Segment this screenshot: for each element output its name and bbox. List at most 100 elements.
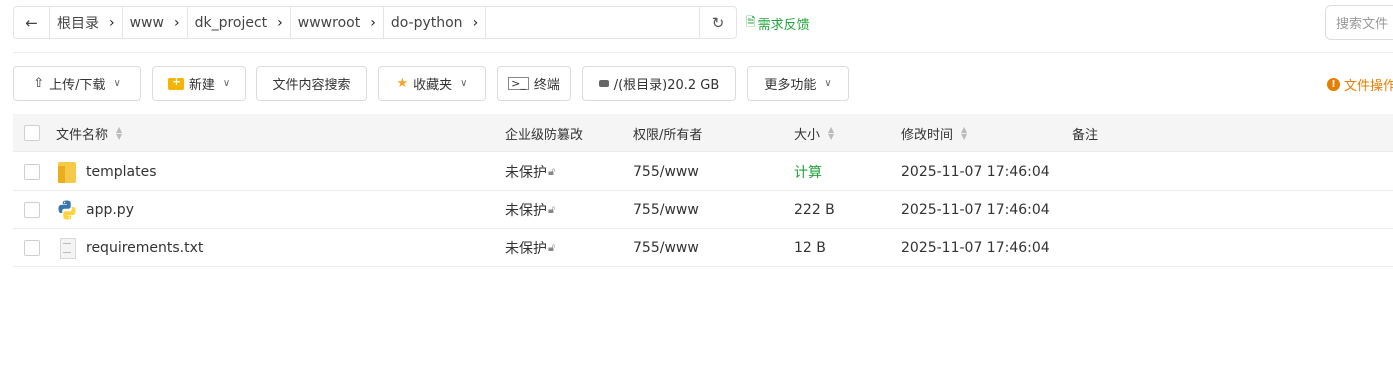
breadcrumb-label: wwwroot (297, 14, 361, 31)
refresh-icon: ↻ (711, 13, 725, 32)
sort-icon: ▲ ▼ (116, 125, 123, 141)
breadcrumb-label: 根目录 (57, 15, 99, 32)
unlock-icon: 🔓︎ (548, 203, 556, 216)
tamper-cell[interactable]: 未保护 🔓︎ (505, 153, 555, 191)
select-all-checkbox[interactable] (24, 125, 40, 141)
file-operations-link[interactable]: ! 文件操作 (1327, 75, 1393, 94)
mtime-value: 2025-11-07 17:46:04 (901, 164, 1050, 180)
breadcrumb: ← 根目录 › www › dk_project › wwwroot › do-pyth… (13, 6, 737, 39)
sort-icon: ▲ ▼ (828, 125, 835, 141)
breadcrumb-label: www (129, 14, 164, 31)
permission-value: 755/www (633, 240, 699, 256)
tamper-cell[interactable]: 未保护 🔓︎ (505, 229, 555, 267)
sort-icon: ▲ ▼ (961, 125, 968, 141)
permission-value: 755/www (633, 164, 699, 180)
search-input[interactable]: 搜索文件 (1325, 5, 1393, 40)
file-name-cell[interactable]: app.py (56, 191, 134, 229)
chevron-right-icon: › (173, 14, 180, 31)
tamper-cell[interactable]: 未保护 🔓︎ (505, 191, 555, 229)
size-value: 12 B (794, 240, 826, 256)
chevron-down-icon: ∨ (113, 78, 121, 89)
upload-icon: ⇧ (33, 76, 45, 91)
breadcrumb-item-www[interactable]: www › (123, 7, 188, 38)
row-checkbox[interactable] (24, 164, 40, 180)
star-icon: ★ (396, 76, 409, 91)
more-label: 更多功能 (764, 78, 817, 93)
python-file-icon (56, 199, 78, 221)
header-size[interactable]: 大小 ▲ ▼ (794, 114, 834, 152)
breadcrumb-item-do-python[interactable]: do-python › (384, 7, 487, 38)
disk-icon (598, 80, 609, 87)
chevron-right-icon: › (277, 14, 283, 31)
path-input-area[interactable] (486, 7, 700, 38)
feedback-label: 需求反馈 (757, 18, 810, 33)
permission-cell[interactable]: 755/www (633, 153, 699, 191)
table-row[interactable]: app.py 未保护 🔓︎ 755/www 222 B 2025-11-07 17… (13, 191, 1393, 229)
breadcrumb-item-wwwroot[interactable]: wwwroot › (291, 7, 384, 38)
chevron-down-icon: ∨ (460, 78, 468, 89)
folder-icon (56, 161, 78, 183)
content-search-button[interactable]: 文件内容搜索 (256, 66, 367, 101)
header-mtime[interactable]: 修改时间 ▲ ▼ (901, 114, 967, 152)
more-functions-button[interactable]: 更多功能 ∨ (747, 66, 849, 101)
row-checkbox[interactable] (24, 240, 40, 256)
unlock-icon: 🔓︎ (548, 241, 556, 254)
header-mtime-label: 修改时间 (901, 127, 954, 143)
table-row[interactable]: templates 未保护 🔓︎ 755/www 计算 2025-11-07 17… (13, 153, 1393, 191)
unlock-icon: 🔓︎ (548, 165, 556, 178)
favorites-button[interactable]: ★ 收藏夹 ∨ (378, 66, 486, 101)
file-name-cell[interactable]: requirements.txt (56, 229, 203, 267)
mtime-value: 2025-11-07 17:46:04 (901, 202, 1050, 218)
terminal-button[interactable]: >_ 终端 (497, 66, 571, 101)
mtime-cell: 2025-11-07 17:46:04 (901, 191, 1050, 229)
header-note-label: 备注 (1072, 127, 1099, 143)
chevron-down-icon: ∨ (824, 78, 832, 89)
permission-cell[interactable]: 755/www (633, 191, 699, 229)
divider (13, 52, 1393, 53)
back-button[interactable]: ← (14, 7, 50, 38)
terminal-label: 终端 (533, 78, 560, 93)
calculate-size-link[interactable]: 计算 (794, 162, 822, 182)
arrow-left-icon: ← (25, 13, 38, 32)
file-name-cell[interactable]: templates (56, 153, 157, 191)
breadcrumb-label: dk_project (194, 14, 268, 31)
row-checkbox[interactable] (24, 202, 40, 218)
file-name[interactable]: app.py (86, 202, 134, 218)
permission-value: 755/www (633, 202, 699, 218)
header-name[interactable]: 文件名称 ▲ ▼ (56, 114, 122, 152)
content-search-label: 文件内容搜索 (272, 78, 351, 93)
mtime-value: 2025-11-07 17:46:04 (901, 240, 1050, 256)
size-cell: 222 B (794, 191, 835, 229)
upload-download-label: 上传/下载 (49, 78, 106, 93)
file-name[interactable]: requirements.txt (86, 240, 203, 256)
favorites-label: 收藏夹 (413, 78, 453, 93)
text-file-icon (56, 237, 78, 259)
chevron-down-icon: ∨ (222, 78, 231, 89)
new-folder-icon (167, 75, 184, 90)
chevron-right-icon: › (370, 14, 376, 31)
file-name[interactable]: templates (86, 164, 157, 180)
breadcrumb-item-root[interactable]: 根目录 › (50, 7, 123, 38)
breadcrumb-item-dk-project[interactable]: dk_project › (188, 7, 291, 38)
table-row[interactable]: requirements.txt 未保护 🔓︎ 755/www 12 B 2025… (13, 229, 1393, 267)
refresh-button[interactable]: ↻ (700, 7, 736, 38)
header-tamper-label: 企业级防篡改 (505, 127, 584, 143)
header-name-label: 文件名称 (56, 127, 109, 143)
table-header: 文件名称 ▲ ▼ 企业级防篡改 权限/所有者 大小 ▲ ▼ 修改时间 ▲ ▼ 备注 (13, 114, 1393, 152)
tamper-status: 未保护 (505, 203, 547, 219)
disk-label: /(根目录)20.2 GB (613, 78, 720, 93)
upload-download-button[interactable]: ⇧ 上传/下载 ∨ (13, 66, 141, 101)
feedback-link[interactable]: 🗎 需求反馈 (746, 13, 810, 34)
mtime-cell: 2025-11-07 17:46:04 (901, 153, 1050, 191)
new-button[interactable]: 新建 ∨ (152, 66, 246, 101)
tamper-status: 未保护 (505, 241, 547, 257)
disk-button[interactable]: /(根目录)20.2 GB (582, 66, 736, 101)
permission-cell[interactable]: 755/www (633, 229, 699, 267)
size-cell[interactable]: 计算 (794, 153, 822, 191)
file-operations-label: 文件操作 (1344, 79, 1393, 94)
breadcrumb-label: do-python (390, 14, 463, 31)
header-note: 备注 (1072, 114, 1098, 152)
mtime-cell: 2025-11-07 17:46:04 (901, 229, 1050, 267)
terminal-icon: >_ (508, 77, 529, 90)
new-label: 新建 (188, 78, 215, 93)
